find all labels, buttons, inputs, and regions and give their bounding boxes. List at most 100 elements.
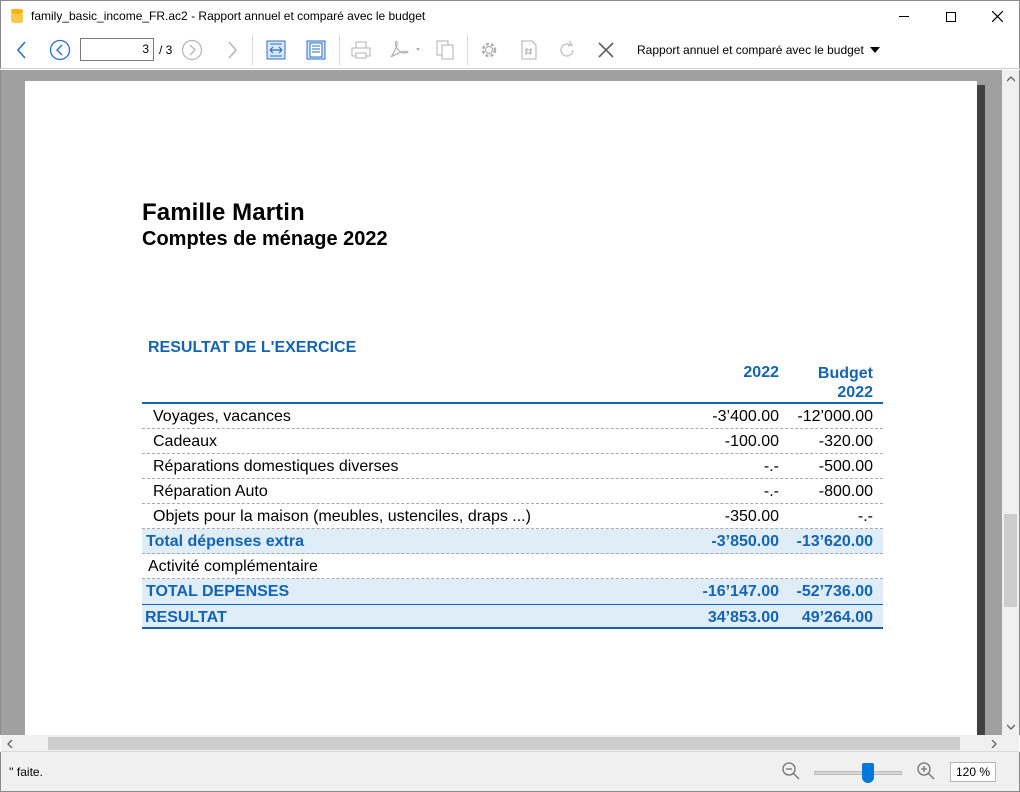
row-value-budget: -500.00 <box>818 458 873 475</box>
row-value-2022: 34’853.00 <box>707 609 779 626</box>
print-icon <box>351 41 371 59</box>
print-button[interactable] <box>348 37 374 63</box>
fit-width-icon <box>266 40 286 60</box>
total-depenses-row: TOTAL DEPENSES -16’147.00 -52’736.00 <box>142 579 883 604</box>
resultat-row: RESULTAT 34’853.00 49’264.00 <box>142 604 883 629</box>
maximize-icon <box>946 11 956 22</box>
row-label: Objets pour la maison (meubles, ustencil… <box>153 508 531 525</box>
status-text: '' faite. <box>9 765 43 779</box>
scroll-up-button[interactable] <box>1002 70 1019 87</box>
page-number-button[interactable] <box>516 37 542 63</box>
zoom-level-field[interactable]: 120 % <box>950 762 996 782</box>
settings-button[interactable] <box>476 37 502 63</box>
zoom-out-icon <box>782 762 800 780</box>
maximize-button[interactable] <box>928 1 974 32</box>
pdf-export-icon <box>390 40 420 58</box>
horizontal-scroll-thumb[interactable] <box>48 737 960 750</box>
window-close-button[interactable] <box>974 1 1020 32</box>
close-report-button[interactable] <box>593 37 619 63</box>
title-bar: family_basic_income_FR.ac2 - Rapport ann… <box>0 0 1020 31</box>
row-value-budget: -52’736.00 <box>796 583 873 600</box>
table-row: Réparation Auto -.- -800.00 <box>142 479 883 504</box>
row-label: Cadeaux <box>153 433 218 450</box>
row-value-2022: -.- <box>763 483 779 500</box>
prev-page-icon <box>49 39 71 61</box>
zoom-in-icon <box>917 762 935 780</box>
report-selector-label: Rapport annuel et comparé avec le budget <box>637 43 864 57</box>
close-icon <box>598 42 614 58</box>
fit-width-button[interactable] <box>263 37 289 63</box>
row-value-2022: -350.00 <box>724 508 779 525</box>
row-label: Total dépenses extra <box>146 533 304 550</box>
horizontal-scrollbar[interactable] <box>1 735 1019 752</box>
column-header-budget-line1: Budget <box>817 365 873 382</box>
row-label: RESULTAT <box>145 609 227 626</box>
row-value-budget: 49’264.00 <box>801 609 873 626</box>
caret-down-icon <box>869 47 880 53</box>
column-header-budget: Budget 2022 <box>818 364 873 402</box>
row-value-2022: -3’400.00 <box>712 408 779 425</box>
document-subtitle: Comptes de ménage 2022 <box>142 228 388 250</box>
column-header-2022: 2022 <box>743 364 779 381</box>
page-number-icon <box>521 40 537 60</box>
chevron-up-icon <box>1006 75 1015 81</box>
refresh-icon <box>560 40 574 57</box>
zoom-out-button[interactable] <box>781 761 801 781</box>
row-value-2022: -3’850.00 <box>711 533 779 550</box>
next-page-button[interactable] <box>179 37 205 63</box>
row-label: TOTAL DEPENSES <box>146 583 290 600</box>
report-viewer[interactable]: Famille Martin Comptes de ménage 2022 RE… <box>0 70 1020 735</box>
row-label: Voyages, vacances <box>153 408 291 425</box>
page-number-input[interactable]: 3 <box>80 38 154 61</box>
next-page-icon <box>181 39 203 61</box>
chevron-left-icon <box>6 739 12 748</box>
copy-icon <box>436 40 454 60</box>
chevron-right-icon <box>991 739 997 748</box>
toolbar-separator <box>339 35 340 65</box>
copy-button[interactable] <box>432 37 458 63</box>
forward-button[interactable] <box>219 37 245 63</box>
page-total: / 3 <box>159 43 173 57</box>
refresh-button[interactable] <box>554 37 580 63</box>
row-label: Réparation Auto <box>153 483 268 500</box>
toolbar: 3 / 3 Rapport annuel et comparé avec le … <box>0 31 1020 69</box>
zoom-slider-thumb[interactable] <box>862 763 874 783</box>
report-selector[interactable]: Rapport annuel et comparé avec le budget <box>637 43 880 57</box>
fit-page-button[interactable] <box>303 37 329 63</box>
table-header: 2022 Budget 2022 <box>142 364 883 404</box>
toolbar-separator <box>467 35 468 65</box>
section-title: RESULTAT DE L'EXERCICE <box>148 339 357 356</box>
row-value-budget: -.- <box>857 508 873 525</box>
prev-page-button[interactable] <box>47 37 73 63</box>
window-title: family_basic_income_FR.ac2 - Rapport ann… <box>31 9 426 23</box>
zoom-in-button[interactable] <box>916 761 936 781</box>
row-value-2022: -.- <box>763 458 779 475</box>
scroll-left-button[interactable] <box>1 735 18 752</box>
chevron-down-icon <box>1006 724 1015 730</box>
total-extra-row: Total dépenses extra -3’850.00 -13’620.0… <box>142 529 883 554</box>
zoom-slider-track[interactable] <box>814 771 902 775</box>
table-row: Réparations domestiques diverses -.- -50… <box>142 454 883 479</box>
row-label: Réparations domestiques diverses <box>153 458 399 475</box>
row-value-budget: -12’000.00 <box>797 408 873 425</box>
table-row: Cadeaux -100.00 -320.00 <box>142 429 883 454</box>
scroll-right-button[interactable] <box>985 735 1002 752</box>
vertical-scroll-thumb[interactable] <box>1004 514 1017 607</box>
row-value-2022: -100.00 <box>724 433 779 450</box>
back-arrow-icon <box>16 41 26 59</box>
fit-page-icon <box>306 40 326 60</box>
report-page: Famille Martin Comptes de ménage 2022 RE… <box>25 81 977 735</box>
document-title: Famille Martin <box>142 199 305 226</box>
row-value-2022: -16’147.00 <box>702 583 779 600</box>
minimize-icon <box>899 16 909 17</box>
row-label: Activité complémentaire <box>148 558 318 575</box>
pdf-export-button[interactable] <box>386 37 426 63</box>
scroll-down-button[interactable] <box>1002 718 1019 735</box>
table-row: Voyages, vacances -3’400.00 -12’000.00 <box>142 404 883 429</box>
row-value-budget: -800.00 <box>818 483 873 500</box>
settings-gear-icon <box>481 42 497 58</box>
row-value-budget: -13’620.00 <box>796 533 873 550</box>
vertical-scrollbar[interactable] <box>1002 70 1019 735</box>
minimize-button[interactable] <box>881 1 927 32</box>
back-button[interactable] <box>9 37 35 63</box>
